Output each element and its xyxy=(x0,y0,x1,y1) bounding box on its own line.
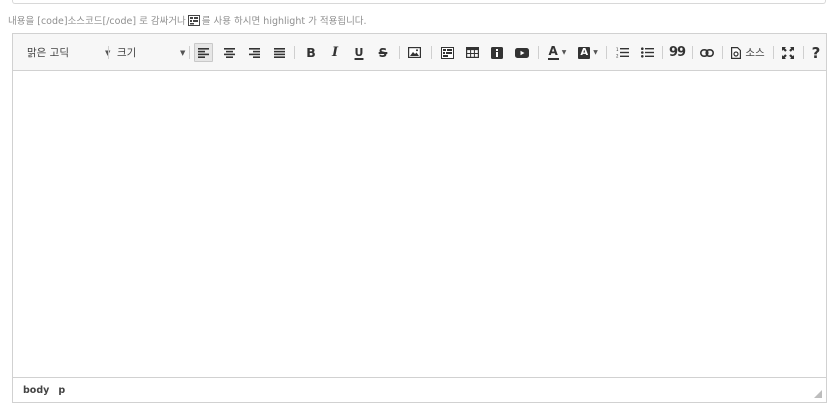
table-icon xyxy=(465,47,479,58)
ordered-list-button[interactable]: 12 xyxy=(612,34,632,71)
editor-toolbar: 맑은 고딕 ▼ 크기 ▼ B I U xyxy=(13,34,826,71)
separator xyxy=(538,46,539,59)
underline-button[interactable]: U xyxy=(349,34,369,71)
editor-content-area[interactable] xyxy=(13,71,826,377)
chevron-down-icon: ▼ xyxy=(561,49,567,56)
bold-icon: B xyxy=(306,45,316,60)
strikethrough-button[interactable]: S xyxy=(373,34,393,71)
resize-handle-icon[interactable] xyxy=(814,390,822,398)
ordered-list-icon: 12 xyxy=(616,47,629,58)
bullet-list-button[interactable] xyxy=(637,34,657,71)
quote-icon: 99 xyxy=(668,45,686,60)
separator xyxy=(399,46,400,59)
separator xyxy=(773,46,774,59)
separator xyxy=(662,46,663,59)
align-left-button[interactable] xyxy=(194,43,213,62)
hint-suffix: 를 사용 하시면 highlight 가 적용됩니다. xyxy=(201,16,367,27)
strikethrough-icon: S xyxy=(378,45,388,60)
code-block-icon xyxy=(440,46,454,59)
align-center-button[interactable] xyxy=(219,34,239,71)
separator xyxy=(431,46,432,59)
italic-button[interactable]: I xyxy=(325,34,345,71)
insert-link-button[interactable] xyxy=(697,34,717,71)
path-item-body[interactable]: body xyxy=(23,385,49,396)
background-color-letter: A xyxy=(580,46,589,58)
text-color-icon: A xyxy=(547,44,559,60)
background-color-button[interactable]: A ▼ xyxy=(574,34,602,71)
separator xyxy=(722,46,723,59)
text-color-letter: A xyxy=(548,44,558,58)
svg-text:1: 1 xyxy=(616,47,619,52)
separator xyxy=(189,46,190,59)
bullet-list-icon xyxy=(640,47,654,58)
font-size-value: 크기 xyxy=(117,47,137,59)
separator xyxy=(294,46,295,59)
insert-video-button[interactable] xyxy=(512,34,532,71)
align-left-icon xyxy=(198,47,209,58)
help-icon: ? xyxy=(811,43,821,62)
bold-button[interactable]: B xyxy=(301,34,321,71)
source-label: 소스 xyxy=(745,47,765,59)
align-center-icon xyxy=(223,47,235,58)
align-justify-icon xyxy=(273,47,285,58)
background-color-icon: A xyxy=(578,46,591,59)
font-family-value: 맑은 고딕 xyxy=(27,47,69,59)
align-right-icon xyxy=(248,47,260,58)
editor-statusbar: body p xyxy=(13,377,826,402)
insert-image-button[interactable] xyxy=(404,34,424,71)
help-button[interactable]: ? xyxy=(808,34,824,71)
source-icon xyxy=(731,46,742,59)
info-box-button[interactable] xyxy=(487,34,507,71)
code-block-button[interactable] xyxy=(437,34,457,71)
image-icon xyxy=(407,47,421,58)
info-icon xyxy=(491,46,503,59)
code-block-icon xyxy=(187,14,200,26)
align-justify-button[interactable] xyxy=(269,34,289,71)
text-color-button[interactable]: A ▼ xyxy=(543,34,571,71)
svg-text:2: 2 xyxy=(616,54,619,59)
align-right-button[interactable] xyxy=(244,34,264,71)
path-item-p[interactable]: p xyxy=(58,385,65,396)
wysiwyg-editor: 맑은 고딕 ▼ 크기 ▼ B I U xyxy=(12,33,827,403)
hint-prefix: 내용을 [code]소스코드[/code] 로 감싸거나 xyxy=(8,16,186,27)
separator xyxy=(803,46,804,59)
underline-icon: U xyxy=(354,46,364,59)
chevron-down-icon: ▼ xyxy=(593,49,598,56)
font-size-select[interactable]: 크기 ▼ xyxy=(117,34,197,71)
blockquote-button[interactable]: 99 xyxy=(667,34,687,71)
insert-table-button[interactable] xyxy=(462,34,482,71)
video-icon xyxy=(515,47,529,58)
source-view-button[interactable]: 소스 xyxy=(727,34,769,71)
chevron-down-icon: ▼ xyxy=(180,48,186,57)
link-icon xyxy=(700,48,714,57)
separator xyxy=(692,46,693,59)
fullscreen-icon xyxy=(782,46,794,59)
separator xyxy=(606,46,607,59)
italic-icon: I xyxy=(331,45,339,60)
fullscreen-button[interactable] xyxy=(778,34,798,71)
code-hint: 내용을 [code]소스코드[/code] 로 감싸거나 를 사용 하시면 hi… xyxy=(8,13,367,27)
previous-field-bottom xyxy=(12,0,826,4)
separator xyxy=(108,46,109,59)
text-color-swatch xyxy=(547,58,559,60)
